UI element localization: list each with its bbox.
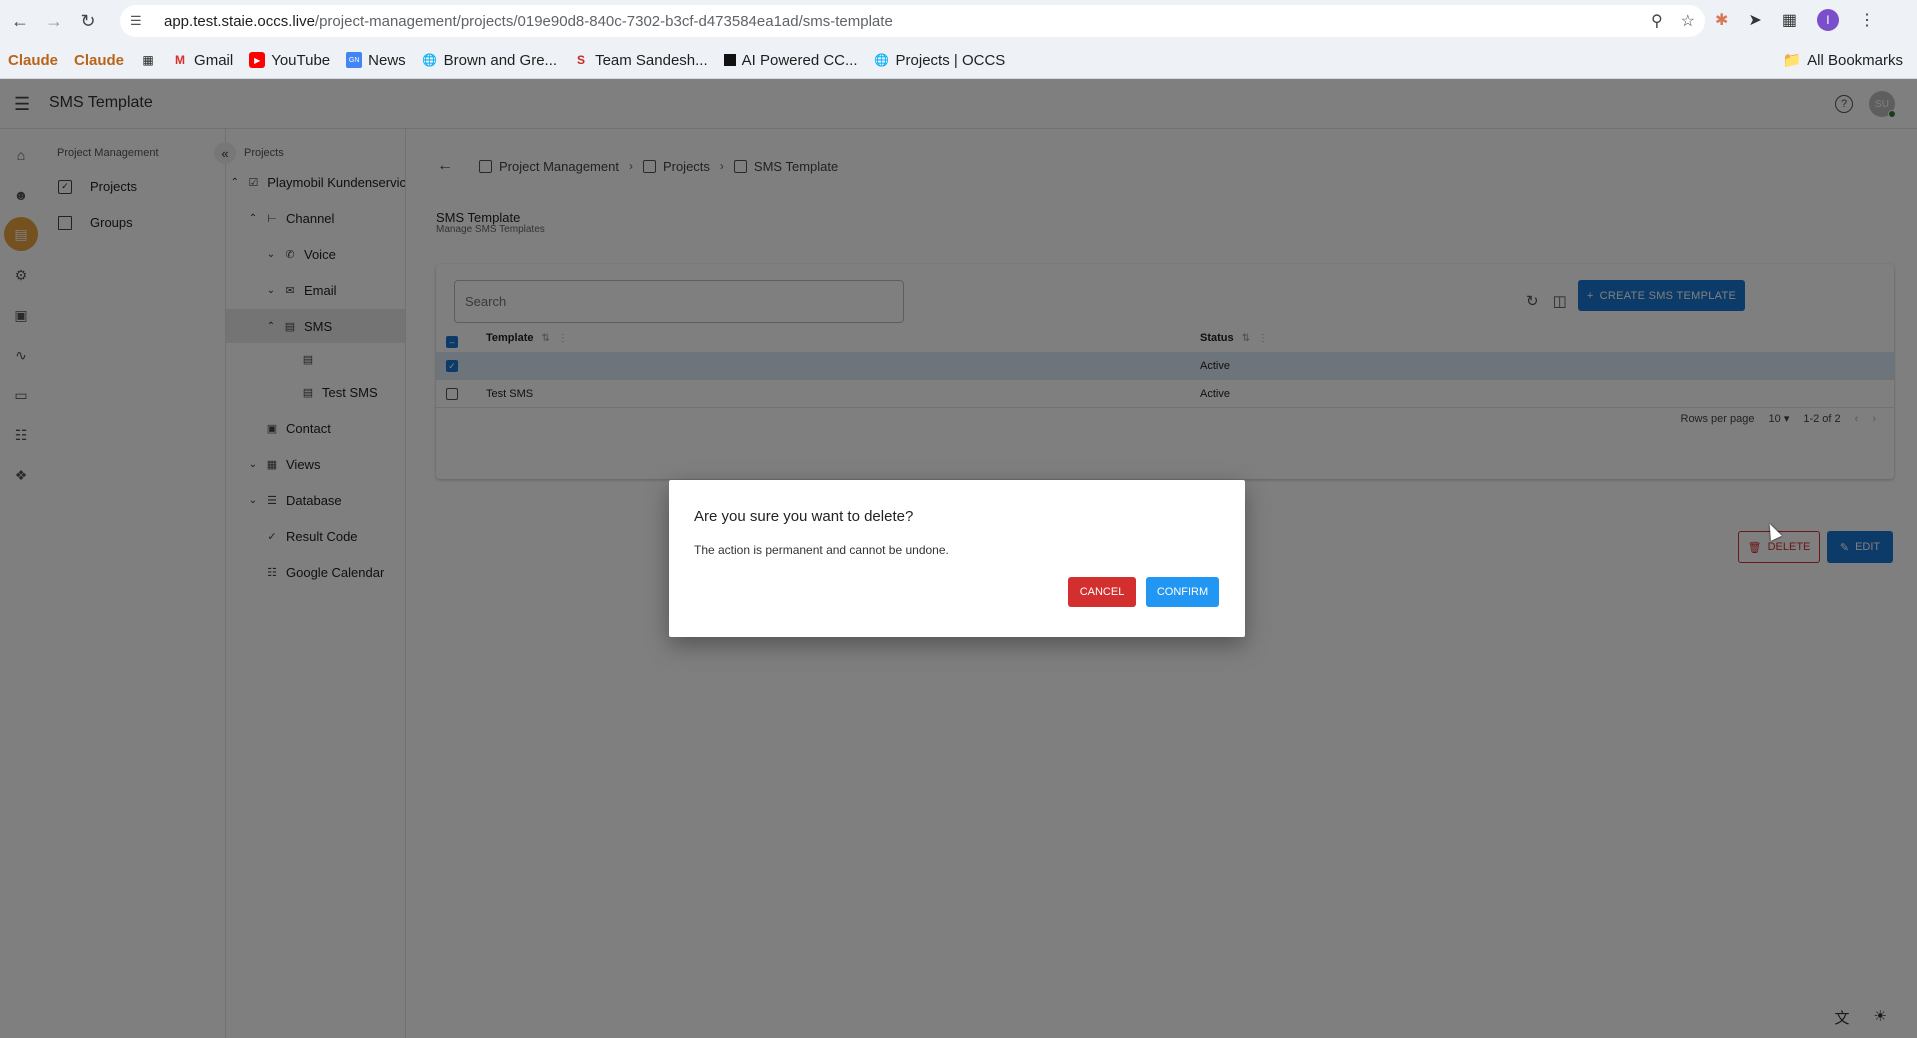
dialog-title: Are you sure you want to delete? bbox=[694, 508, 914, 525]
bookmark-claude-2[interactable]: Claude bbox=[74, 52, 124, 69]
bookmark-claude-1[interactable]: Claude bbox=[8, 52, 58, 69]
apps-grid-icon: ▦ bbox=[142, 53, 154, 67]
delete-confirm-dialog: Are you sure you want to delete? The act… bbox=[669, 480, 1245, 637]
profile-avatar[interactable]: I bbox=[1816, 9, 1839, 31]
news-icon: GN bbox=[346, 52, 363, 68]
send-extension-icon[interactable]: ➤ bbox=[1748, 10, 1761, 30]
bookmark-team-sandesh[interactable]: S Team Sandesh... bbox=[573, 52, 708, 69]
reload-icon[interactable]: ↻ bbox=[76, 9, 100, 33]
zoom-icon[interactable]: ⚲ bbox=[1651, 11, 1663, 31]
all-bookmarks[interactable]: 📁 All Bookmarks bbox=[1782, 51, 1903, 70]
url-text: app.test.staie.occs.live/project-managem… bbox=[164, 12, 893, 30]
claude-extension-icon[interactable]: ✱ bbox=[1715, 10, 1728, 30]
address-bar[interactable]: ☰ app.test.staie.occs.live/project-manag… bbox=[120, 5, 1705, 37]
bookmark-youtube[interactable]: ▶ YouTube bbox=[249, 52, 330, 69]
site-settings-icon[interactable]: ☰ bbox=[130, 13, 150, 29]
star-icon[interactable]: ☆ bbox=[1681, 11, 1695, 31]
confirm-button[interactable]: CONFIRM bbox=[1146, 577, 1219, 607]
folder-icon: 📁 bbox=[1782, 52, 1802, 69]
cancel-button[interactable]: CANCEL bbox=[1068, 577, 1136, 607]
bookmarks-bar: Claude Claude ▦ M Gmail ▶ YouTube GN News 🌐… bbox=[0, 42, 1917, 79]
back-arrow-icon[interactable]: ← bbox=[8, 9, 32, 33]
bookmark-news[interactable]: GN News bbox=[346, 52, 406, 69]
bookmark-gmail[interactable]: M Gmail bbox=[172, 52, 233, 69]
bookmark-projects-occs[interactable]: 🌐 Projects | OCCS bbox=[874, 52, 1005, 69]
globe-icon: 🌐 bbox=[874, 53, 889, 67]
extensions-puzzle-icon[interactable]: ▦ bbox=[1782, 10, 1797, 30]
browser-toolbar: ← → ↻ ☰ app.test.staie.occs.live/project… bbox=[0, 0, 1917, 42]
bookmark-apps[interactable]: ▦ bbox=[140, 52, 156, 68]
black-square-icon bbox=[723, 54, 736, 66]
bookmark-ai-powered[interactable]: AI Powered CC... bbox=[723, 52, 858, 69]
gmail-icon: M bbox=[175, 53, 186, 67]
dialog-message: The action is permanent and cannot be un… bbox=[694, 543, 949, 557]
forward-arrow-icon[interactable]: → bbox=[42, 9, 66, 33]
youtube-icon: ▶ bbox=[249, 52, 266, 68]
sandesh-icon: S bbox=[577, 53, 586, 67]
browser-menu-icon[interactable]: ⋮ bbox=[1859, 10, 1875, 30]
bookmark-brown-and-gre[interactable]: 🌐 Brown and Gre... bbox=[422, 52, 557, 69]
globe-icon: 🌐 bbox=[422, 53, 438, 67]
